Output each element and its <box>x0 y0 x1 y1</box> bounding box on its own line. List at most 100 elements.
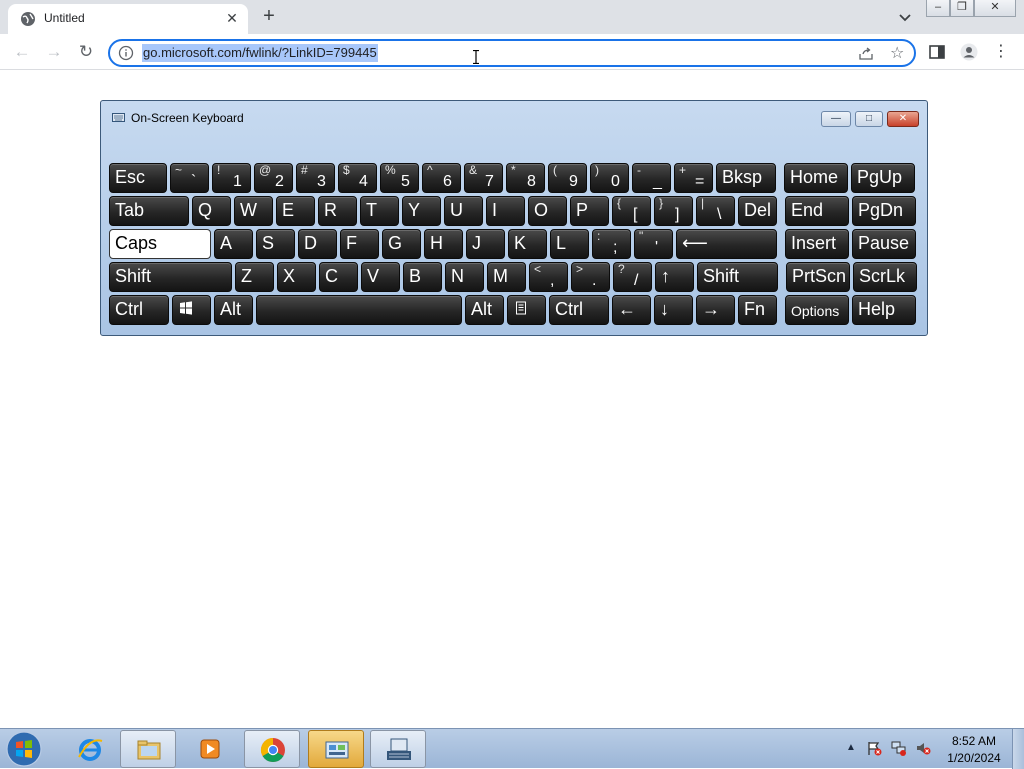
osk-maximize-button[interactable]: □ <box>855 111 883 127</box>
key-a[interactable]: A <box>214 229 253 259</box>
key-l[interactable]: L <box>550 229 589 259</box>
key-arrow-left[interactable]: ← <box>612 295 651 325</box>
taskbar-ie[interactable] <box>62 730 118 768</box>
osk-title-bar[interactable]: On-Screen Keyboard — □ ✕ <box>101 101 927 129</box>
key-7[interactable]: & 7 <box>464 163 503 193</box>
key-2C[interactable]: <, <box>529 262 568 292</box>
key-options[interactable]: Options <box>785 295 849 325</box>
key-i[interactable]: I <box>486 196 525 226</box>
key-z[interactable]: Z <box>235 262 274 292</box>
taskbar-osk[interactable] <box>370 730 426 768</box>
back-button[interactable]: ← <box>11 41 33 63</box>
key-p[interactable]: P <box>570 196 609 226</box>
key-h[interactable]: H <box>424 229 463 259</box>
taskbar-explorer[interactable] <box>120 730 176 768</box>
url-text[interactable]: go.microsoft.com/fwlink/?LinkID=799445 <box>142 44 378 62</box>
taskbar-control-panel[interactable] <box>308 730 364 768</box>
key-caps[interactable]: Caps <box>109 229 211 259</box>
share-icon[interactable] <box>858 45 874 61</box>
key-0[interactable]: ) 0 <box>590 163 629 193</box>
key-del[interactable]: Del <box>738 196 777 226</box>
key-j[interactable]: J <box>466 229 505 259</box>
key-x[interactable]: X <box>277 262 316 292</box>
key-4[interactable]: $4 <box>338 163 377 193</box>
key-ctrl[interactable]: Ctrl <box>549 295 609 325</box>
key-prtscn[interactable]: PrtScn <box>786 262 850 292</box>
tab-close-icon[interactable]: ✕ <box>224 10 240 26</box>
key-space[interactable] <box>256 295 462 325</box>
restore-button[interactable]: ❐ <box>950 0 974 17</box>
key-8[interactable]: * 8 <box>506 163 545 193</box>
osk-minimize-button[interactable]: — <box>821 111 851 127</box>
key-alt[interactable]: Alt <box>465 295 504 325</box>
key-c[interactable]: C <box>319 262 358 292</box>
key-s[interactable]: S <box>256 229 295 259</box>
key-end[interactable]: End <box>785 196 849 226</box>
address-bar[interactable]: go.microsoft.com/fwlink/?LinkID=799445 ☆ <box>108 39 916 67</box>
profile-avatar-icon[interactable] <box>960 43 978 61</box>
taskbar-media-player[interactable] <box>182 730 238 768</box>
key-r[interactable]: R <box>318 196 357 226</box>
action-center-flag-icon[interactable] <box>866 740 882 756</box>
key-tab[interactable]: Tab <box>109 196 189 226</box>
new-tab-button[interactable]: + <box>258 6 280 28</box>
minimize-button[interactable]: – <box>926 0 950 17</box>
key-d[interactable]: D <box>298 229 337 259</box>
key-menu-key[interactable] <box>507 295 546 325</box>
tab-search-chevron-icon[interactable] <box>896 8 914 26</box>
osk-close-button[interactable]: ✕ <box>887 111 919 127</box>
key-6[interactable]: ^ 6 <box>422 163 461 193</box>
volume-muted-icon[interactable] <box>915 740 931 756</box>
key-help[interactable]: Help <box>852 295 916 325</box>
key-_[interactable]: - _ <box>632 163 671 193</box>
key-1[interactable]: ! 1 <box>212 163 251 193</box>
key-.[interactable]: >. <box>571 262 610 292</box>
key-esc[interactable]: Esc <box>109 163 167 193</box>
key-q[interactable]: Q <box>192 196 231 226</box>
bookmark-star-icon[interactable]: ☆ <box>890 43 904 63</box>
clock-time[interactable]: 8:52 AM <box>944 734 1004 748</box>
key-g[interactable]: G <box>382 229 421 259</box>
key-u[interactable]: U <box>444 196 483 226</box>
key-9[interactable]: (9 <box>548 163 587 193</box>
key-'[interactable]: " ' <box>634 229 673 259</box>
taskbar-chrome[interactable] <box>244 730 300 768</box>
key-arrow-down[interactable]: ↓ <box>654 295 693 325</box>
key-win-logo[interactable] <box>172 295 211 325</box>
key-pause[interactable]: Pause <box>852 229 916 259</box>
close-window-button[interactable]: ✕ <box>974 0 1016 17</box>
key-5D[interactable]: }] <box>654 196 693 226</box>
key-b[interactable]: B <box>403 262 442 292</box>
key-k[interactable]: K <box>508 229 547 259</box>
key-m[interactable]: M <box>487 262 526 292</box>
key-bksp[interactable]: Bksp <box>716 163 776 193</box>
key-alt[interactable]: Alt <box>214 295 253 325</box>
key-enter[interactable]: ⟵ <box>676 229 777 259</box>
key-2F[interactable]: ? / <box>613 262 652 292</box>
key-v[interactable]: V <box>361 262 400 292</box>
key-pgdn[interactable]: PgDn <box>852 196 916 226</box>
network-icon[interactable] <box>891 740 907 756</box>
forward-button[interactable]: → <box>43 41 65 63</box>
clock-date[interactable]: 1/20/2024 <box>940 751 1008 765</box>
key-60[interactable]: ~ ` <box>170 163 209 193</box>
tab-untitled[interactable]: Untitled ✕ <box>8 4 248 34</box>
key-pgup[interactable]: PgUp <box>851 163 915 193</box>
key-ctrl[interactable]: Ctrl <box>109 295 169 325</box>
key-arrow-up[interactable]: ↑ <box>655 262 694 292</box>
key-arrow-right[interactable]: → <box>696 295 735 325</box>
key-shift[interactable]: Shift <box>109 262 232 292</box>
key-f[interactable]: F <box>340 229 379 259</box>
key-w[interactable]: W <box>234 196 273 226</box>
key-5B[interactable]: {[ <box>612 196 651 226</box>
key-3B[interactable]: :; <box>592 229 631 259</box>
key-shift[interactable]: Shift <box>697 262 778 292</box>
key-insert[interactable]: Insert <box>785 229 849 259</box>
side-panel-icon[interactable] <box>928 43 946 61</box>
reload-button[interactable]: ↻ <box>75 41 97 63</box>
tray-overflow-icon[interactable]: ▲ <box>846 742 856 753</box>
key-3[interactable]: #3 <box>296 163 335 193</box>
key-y[interactable]: Y <box>402 196 441 226</box>
key-scrlk[interactable]: ScrLk <box>853 262 917 292</box>
key-backslash[interactable]: | \ <box>696 196 735 226</box>
